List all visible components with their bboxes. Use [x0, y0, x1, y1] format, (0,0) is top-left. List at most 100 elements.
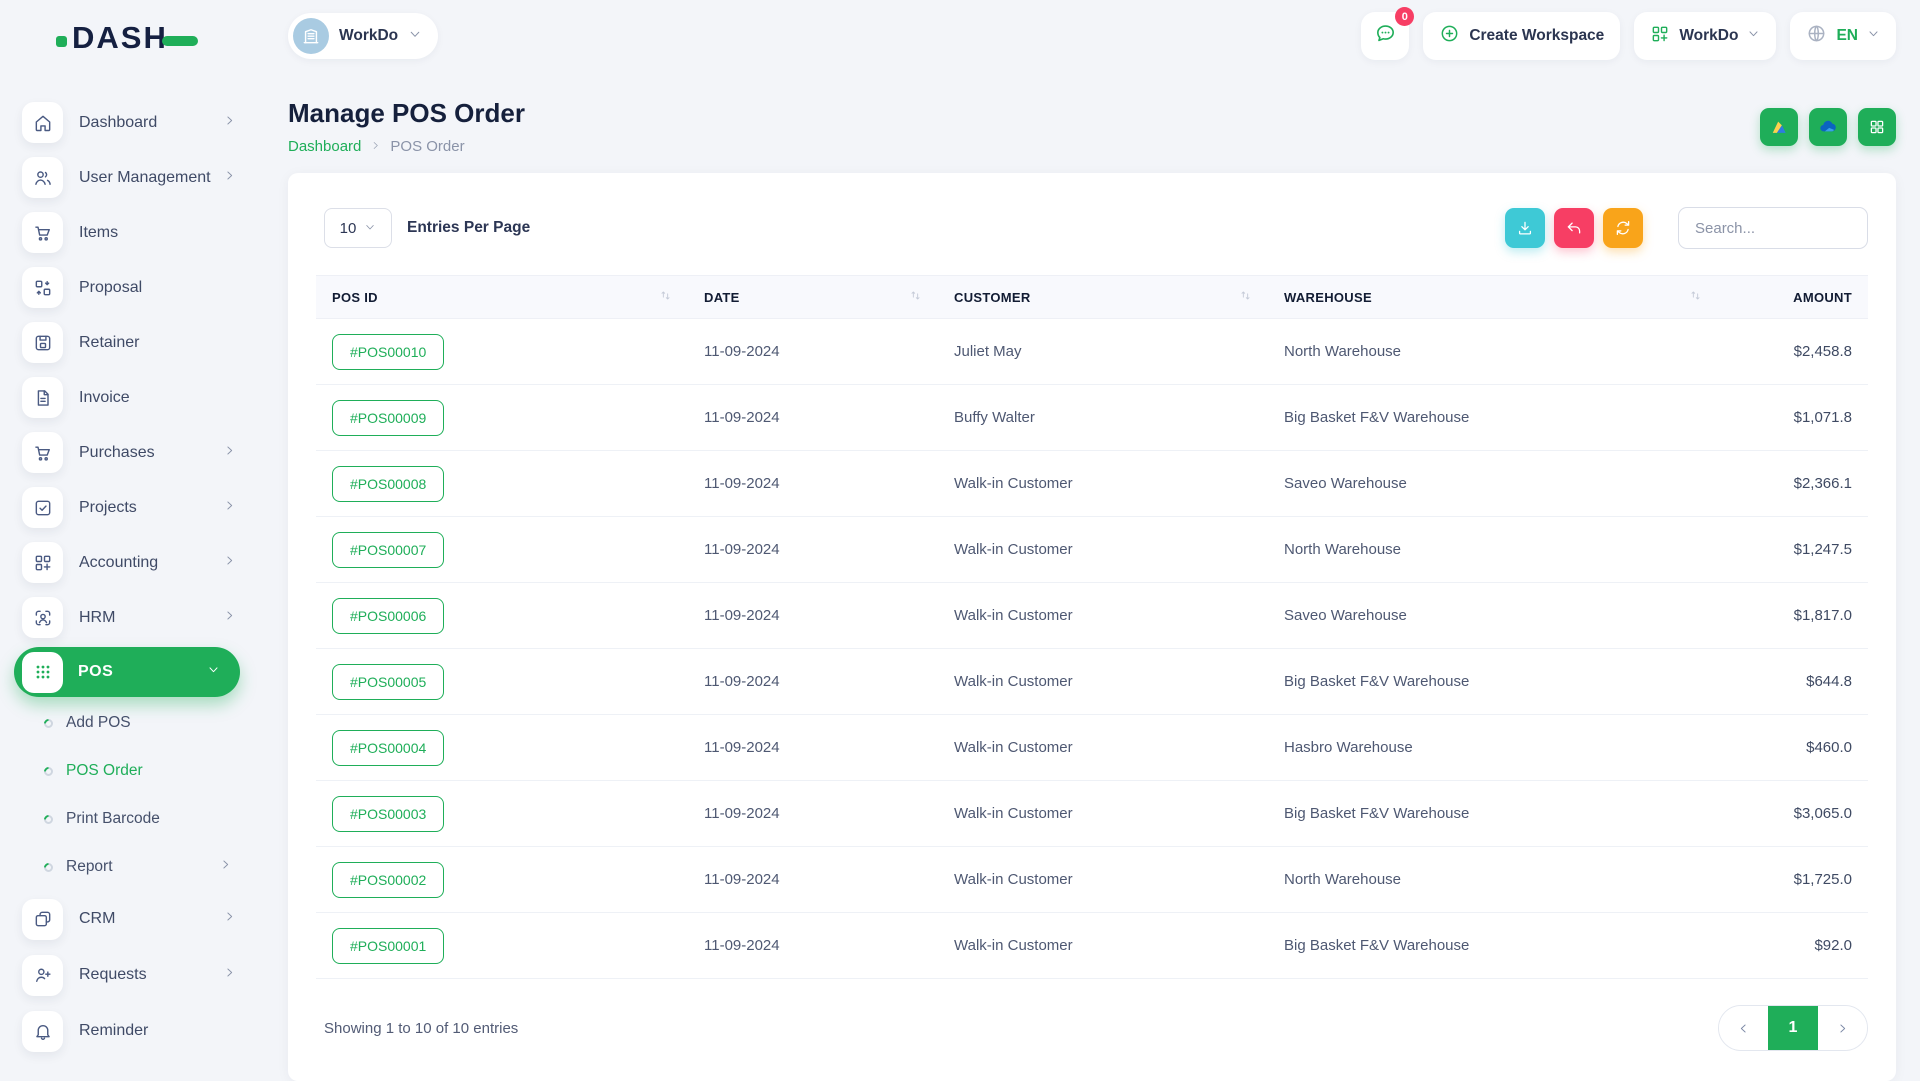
pos-id-badge[interactable]: #POS00010 [332, 334, 444, 370]
refresh-icon [1614, 219, 1632, 237]
customer-cell: Walk-in Customer [938, 649, 1268, 715]
chevron-right-icon [223, 114, 236, 132]
sidebar-item-items[interactable]: Items [0, 205, 260, 260]
sidebar-item-hrm[interactable]: HRM [0, 590, 260, 645]
google-drive-button[interactable] [1760, 108, 1798, 146]
sidebar-item-requests[interactable]: Requests [0, 947, 260, 1003]
sidebar-item-user-management[interactable]: User Management [0, 150, 260, 205]
google-drive-icon [1769, 117, 1789, 137]
home-icon [22, 102, 63, 143]
amount-cell: $1,247.5 [1718, 517, 1868, 583]
sort-icon[interactable] [659, 289, 672, 305]
users-icon [22, 157, 63, 198]
column-header-warehouse[interactable]: WAREHOUSE [1268, 276, 1718, 319]
sidebar-item-projects[interactable]: Projects [0, 480, 260, 535]
table-row: #POS00010 11-09-2024 Juliet May North Wa… [316, 319, 1868, 385]
column-header-customer[interactable]: CUSTOMER [938, 276, 1268, 319]
sidebar-item-crm[interactable]: CRM [0, 891, 260, 947]
cart-icon [22, 432, 63, 473]
sidebar-item-pos-order[interactable]: POS Order [0, 747, 260, 795]
grid-plus-icon [22, 542, 63, 583]
onedrive-button[interactable] [1809, 108, 1847, 146]
table-row: #POS00001 11-09-2024 Walk-in Customer Bi… [316, 913, 1868, 979]
entries-per-page-select[interactable]: 10 [324, 208, 392, 248]
customer-cell: Walk-in Customer [938, 583, 1268, 649]
sidebar-item-report[interactable]: Report [0, 843, 260, 891]
pos-id-cell: #POS00005 [316, 649, 688, 715]
column-header-date[interactable]: DATE [688, 276, 938, 319]
sidebar-item-accounting[interactable]: Accounting [0, 535, 260, 590]
search-input[interactable] [1678, 207, 1868, 249]
check-square-icon [22, 487, 63, 528]
sort-icon[interactable] [909, 289, 922, 305]
table-row: #POS00007 11-09-2024 Walk-in Customer No… [316, 517, 1868, 583]
pos-id-cell: #POS00010 [316, 319, 688, 385]
pos-id-badge[interactable]: #POS00001 [332, 928, 444, 964]
grid-plus-icon [1650, 24, 1670, 49]
workspace-selector[interactable]: WorkDo [288, 13, 438, 59]
workspace-dropdown[interactable]: WorkDo [1634, 12, 1776, 60]
customer-cell: Walk-in Customer [938, 715, 1268, 781]
dots-grid-icon [22, 652, 63, 693]
pos-id-badge[interactable]: #POS00004 [332, 730, 444, 766]
app-logo[interactable]: DASH [56, 20, 198, 56]
chevron-right-icon [1836, 1022, 1849, 1035]
breadcrumb-dashboard-link[interactable]: Dashboard [288, 138, 361, 155]
sidebar-item-retainer[interactable]: Retainer [0, 315, 260, 370]
sidebar-item-reminder[interactable]: Reminder [0, 1003, 260, 1059]
pos-id-badge[interactable]: #POS00003 [332, 796, 444, 832]
create-workspace-button[interactable]: Create Workspace [1423, 12, 1620, 60]
pagination-current-page[interactable]: 1 [1768, 1006, 1818, 1050]
sidebar-item-add-pos[interactable]: Add POS [0, 699, 260, 747]
sidebar-item-invoice[interactable]: Invoice [0, 370, 260, 425]
pos-id-badge[interactable]: #POS00009 [332, 400, 444, 436]
sidebar-item-print-barcode[interactable]: Print Barcode [0, 795, 260, 843]
export-button[interactable] [1505, 208, 1545, 248]
reset-button[interactable] [1554, 208, 1594, 248]
sidebar-item-proposal[interactable]: Proposal [0, 260, 260, 315]
sidebar-item-dashboard[interactable]: Dashboard [0, 95, 260, 150]
table-row: #POS00006 11-09-2024 Walk-in Customer Sa… [316, 583, 1868, 649]
pos-id-badge[interactable]: #POS00002 [332, 862, 444, 898]
pos-id-cell: #POS00006 [316, 583, 688, 649]
chevron-right-icon [370, 138, 381, 155]
sidebar-item-pos[interactable]: POS [14, 647, 240, 697]
file-text-icon [22, 377, 63, 418]
column-header-amount[interactable]: AMOUNT [1718, 276, 1868, 319]
pos-id-badge[interactable]: #POS00007 [332, 532, 444, 568]
amount-cell: $3,065.0 [1718, 781, 1868, 847]
customer-cell: Walk-in Customer [938, 517, 1268, 583]
amount-cell: $1,071.8 [1718, 385, 1868, 451]
logo-dot [56, 36, 67, 47]
warehouse-cell: Saveo Warehouse [1268, 451, 1718, 517]
date-cell: 11-09-2024 [688, 517, 938, 583]
pagination-next-button[interactable] [1818, 1006, 1867, 1050]
customer-cell: Juliet May [938, 319, 1268, 385]
chat-icon [1374, 22, 1397, 50]
column-header-pos-id[interactable]: POS ID [316, 276, 688, 319]
sort-icon[interactable] [1239, 289, 1252, 305]
table-row: #POS00008 11-09-2024 Walk-in Customer Sa… [316, 451, 1868, 517]
bullet-icon [42, 765, 55, 778]
date-cell: 11-09-2024 [688, 583, 938, 649]
pagination-prev-button[interactable] [1719, 1006, 1768, 1050]
cart-icon [22, 212, 63, 253]
chevron-down-icon [1867, 27, 1880, 45]
pos-id-badge[interactable]: #POS00006 [332, 598, 444, 634]
copy-squares-icon [22, 899, 63, 940]
table-row: #POS00004 11-09-2024 Walk-in Customer Ha… [316, 715, 1868, 781]
chevron-right-icon [223, 554, 236, 572]
grid-view-button[interactable] [1858, 108, 1896, 146]
table-row: #POS00005 11-09-2024 Walk-in Customer Bi… [316, 649, 1868, 715]
date-cell: 11-09-2024 [688, 385, 938, 451]
floppy-icon [22, 322, 63, 363]
language-selector[interactable]: EN [1790, 12, 1896, 60]
refresh-button[interactable] [1603, 208, 1643, 248]
sidebar-item-purchases[interactable]: Purchases [0, 425, 260, 480]
workspace-name: WorkDo [339, 27, 398, 45]
messages-button[interactable]: 0 [1361, 12, 1409, 60]
pos-id-badge[interactable]: #POS00005 [332, 664, 444, 700]
sort-icon[interactable] [1689, 289, 1702, 305]
bullet-icon [42, 717, 55, 730]
pos-id-badge[interactable]: #POS00008 [332, 466, 444, 502]
